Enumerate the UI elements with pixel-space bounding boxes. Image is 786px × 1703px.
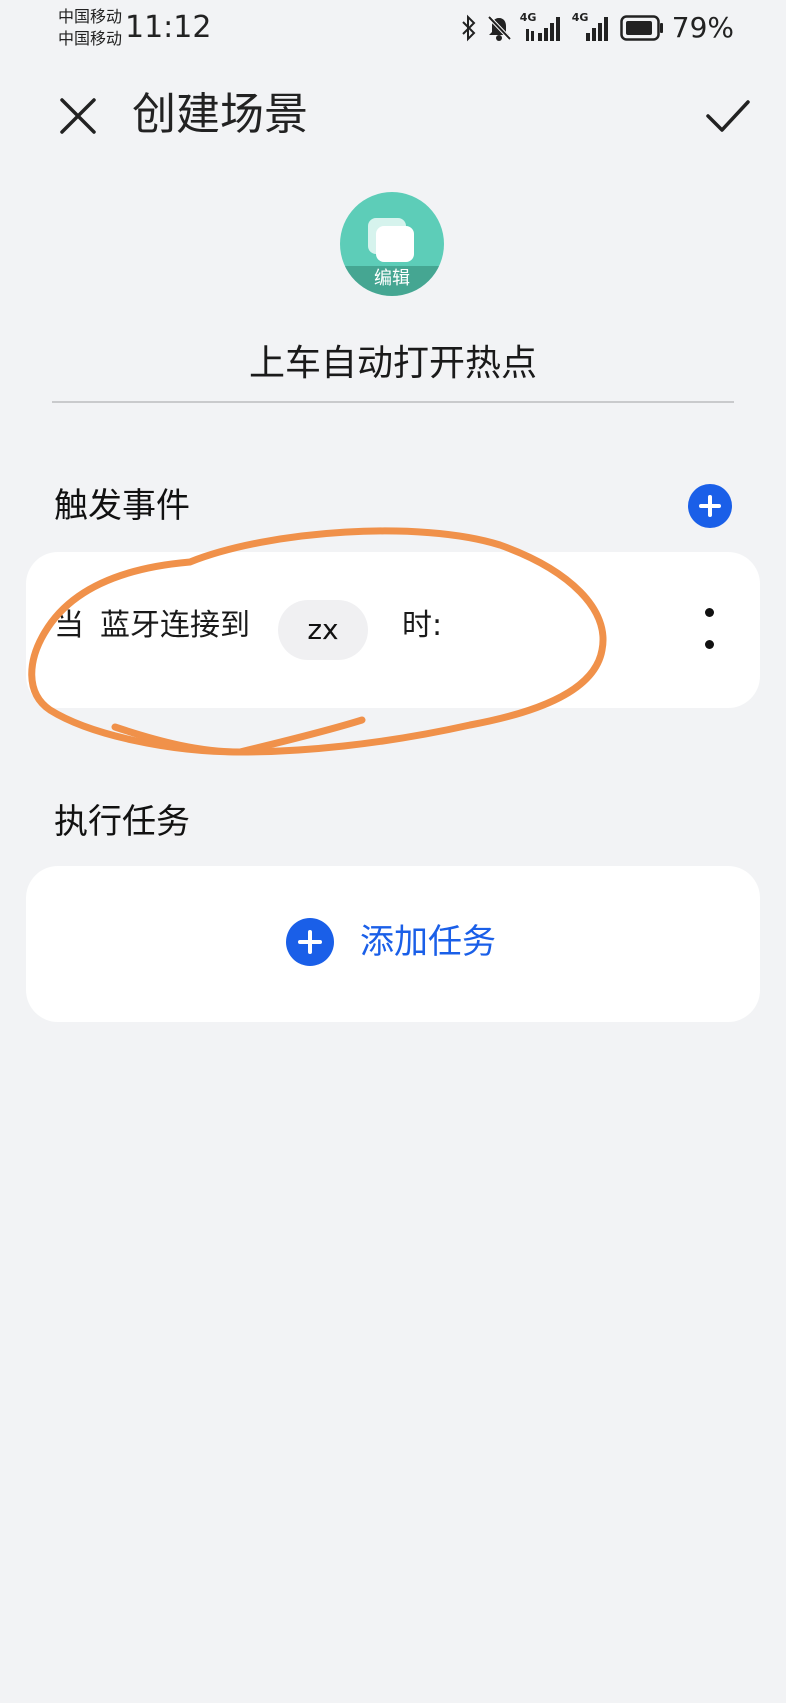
plus-icon-vertical [708,495,712,517]
scene-icon-editor[interactable]: 编辑 [340,192,444,296]
signal-icon-1: 4G [520,11,564,43]
close-icon [60,98,96,134]
trigger-section-title: 触发事件 [54,486,190,526]
header: 创建场景 [0,78,786,150]
scene-cards-icon [368,218,414,262]
bluetooth-device-chip[interactable]: zx [278,600,368,660]
plus-icon-v [308,930,312,954]
battery-icon [620,15,663,41]
add-trigger-button[interactable] [688,484,732,528]
status-icons: 4G 4G 79% [460,10,734,46]
carrier-info: 中国移动 中国移动 [58,6,122,50]
close-button[interactable] [54,92,102,140]
signal-icon-2: 4G [572,11,612,43]
trigger-card: 当 蓝牙连接到 zx 时: [26,552,760,708]
carrier-2: 中国移动 [58,29,123,48]
more-vertical-icon [705,608,714,617]
add-task-content: 添加任务 [286,918,496,966]
add-task-label: 添加任务 [360,922,496,962]
status-time: 11:12 [125,10,212,45]
condition-prefix: 当 [54,608,84,643]
confirm-button[interactable] [702,92,754,140]
condition-event: 蓝牙连接到 [100,608,250,643]
bluetooth-icon [462,14,476,42]
carrier-1: 中国移动 [58,7,123,26]
more-vertical-icon-dot [705,640,714,649]
battery-level: 79% [671,11,734,44]
condition-suffix: 时: [402,608,443,643]
plus-circle-icon [286,918,334,966]
bell-muted-icon [487,15,512,41]
trigger-condition-row[interactable]: 当 蓝牙连接到 zx 时: [26,552,760,708]
status-bar: 中国移动 中国移动 11:12 4G 4G 79% [0,0,786,60]
page-title: 创建场景 [132,89,308,140]
edit-icon-label: 编辑 [340,266,444,296]
task-section-title: 执行任务 [54,802,190,842]
more-options-button[interactable] [698,598,722,662]
scene-name-input[interactable]: 上车自动打开热点 [52,335,734,403]
add-task-button[interactable]: 添加任务 [26,866,760,1022]
check-icon [706,100,750,132]
